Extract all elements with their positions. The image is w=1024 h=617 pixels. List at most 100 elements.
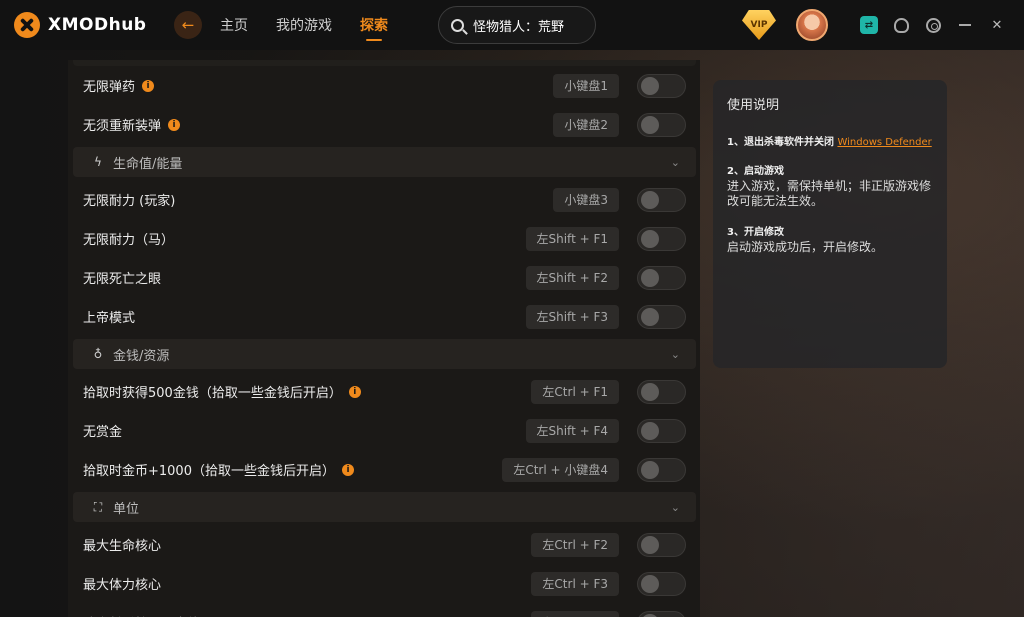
nav-home[interactable]: 主页 <box>220 15 248 35</box>
windows-defender-link[interactable]: Windows Defender <box>837 137 931 148</box>
cheat-toggle[interactable] <box>637 532 686 557</box>
cheat-row: 无限耐力（马） 左Shift + F1 <box>68 219 700 258</box>
cheat-label: 无限弹药 i <box>83 76 155 95</box>
instruction-step: 2、启动游戏进入游戏，需保持单机；非正版游戏修改可能无法生效。 <box>727 162 933 209</box>
main-nav: 主页 我的游戏 探索 <box>220 15 416 41</box>
close-icon[interactable]: ✕ <box>988 16 1006 34</box>
step-title: 2、启动游戏 <box>727 166 784 177</box>
cheat-name: 上帝模式 <box>83 311 136 326</box>
instructions-card: 使用说明 1、退出杀毒软件并关闭 Windows Defender 2、启动游戏进… <box>713 80 947 368</box>
step-heading: 1、退出杀毒软件并关闭 Windows Defender <box>727 133 933 148</box>
instruction-step: 1、退出杀毒软件并关闭 Windows Defender <box>727 133 933 148</box>
cheat-row: 最大体力核心 左Ctrl + F3 <box>68 564 700 603</box>
cheat-row: 拾取时金币+1000（拾取一些金钱后开启） i 左Ctrl + 小键盘4 <box>68 450 700 489</box>
search-box <box>438 6 596 44</box>
cheat-label: 拾取时金币+1000（拾取一些金钱后开启） i <box>83 460 354 479</box>
cheat-toggle[interactable] <box>637 73 686 98</box>
cheat-toggle[interactable] <box>637 112 686 137</box>
cheat-toggle[interactable] <box>637 571 686 596</box>
arrow-left-icon: ← <box>181 16 195 34</box>
section-label: 金钱/资源 <box>113 348 170 364</box>
cheat-row: 致命射手核心最大值 左Ctrl + F4 <box>68 603 700 617</box>
hotkey-button[interactable]: 左Shift + F1 <box>525 226 619 251</box>
info-icon[interactable]: i <box>348 385 361 398</box>
cheat-toggle[interactable] <box>637 226 686 251</box>
cheat-label: 致命射手核心最大值 <box>83 613 200 617</box>
logo[interactable]: XMODhub <box>14 12 164 38</box>
hotkey-button[interactable]: 左Shift + F4 <box>525 418 619 443</box>
unit-icon: ⛶ <box>93 499 103 514</box>
hotkey-button[interactable]: 左Shift + F3 <box>525 304 619 329</box>
switch-icon[interactable]: ⇄ <box>860 16 878 34</box>
logo-icon <box>14 12 40 38</box>
cheat-label: 上帝模式 <box>83 307 135 326</box>
cheat-label: 无限耐力（马） <box>83 229 174 248</box>
cheat-toggle[interactable] <box>637 418 686 443</box>
info-icon[interactable]: i <box>142 79 155 92</box>
hotkey-button[interactable]: 左Ctrl + F4 <box>531 610 619 617</box>
cheat-name: 拾取时金币+1000（拾取一些金钱后开启） <box>83 464 335 479</box>
cheat-name: 致命射手核心最大值 <box>83 613 200 617</box>
cheat-label: 无限耐力 (玩家) <box>83 190 175 209</box>
step-heading: 3、开启修改 <box>727 223 933 238</box>
cheat-label: 无限死亡之眼 <box>83 268 161 287</box>
cheat-toggle[interactable] <box>637 265 686 290</box>
section-header[interactable]: ϟ 生命值/能量 ⌄ <box>73 147 696 177</box>
cheat-toggle[interactable] <box>637 304 686 329</box>
section-header[interactable]: ♁ 金钱/资源 ⌄ <box>73 339 696 369</box>
cheat-toggle[interactable] <box>637 457 686 482</box>
nav-explore[interactable]: 探索 <box>360 15 388 41</box>
hotkey-button[interactable]: 小键盘2 <box>553 112 619 137</box>
chevron-down-icon: ⌄ <box>670 347 680 361</box>
cheat-row: 无限死亡之眼 左Shift + F2 <box>68 258 700 297</box>
hotkey-button[interactable]: 左Ctrl + F3 <box>531 571 619 596</box>
instructions-title: 使用说明 <box>727 98 780 113</box>
cheat-name: 无赏金 <box>83 425 123 440</box>
hotkey-button[interactable]: 左Shift + F2 <box>525 265 619 290</box>
minimize-icon[interactable] <box>956 16 974 34</box>
hotkey-button[interactable]: 左Ctrl + 小键盘4 <box>502 457 619 482</box>
cheat-row: 无赏金 左Shift + F4 <box>68 411 700 450</box>
section-header[interactable]: ⛶ 单位 ⌄ <box>73 492 696 522</box>
back-button[interactable]: ← <box>174 11 202 39</box>
bell-icon <box>893 17 909 33</box>
cheat-name: 最大生命核心 <box>83 539 162 554</box>
instruction-step: 3、开启修改 启动游戏成功后，开启修改。 <box>727 223 933 255</box>
info-icon[interactable]: i <box>168 118 181 131</box>
step-title: 3、开启修改 <box>727 227 784 238</box>
cheat-row: 无限耐力 (玩家) 小键盘3 <box>68 180 700 219</box>
vip-badge[interactable]: VIP <box>742 10 776 40</box>
cheat-name: 无限死亡之眼 <box>83 272 162 287</box>
search-input[interactable] <box>473 17 593 33</box>
cheat-label: 拾取时获得500金钱（拾取一些金钱后开启） i <box>83 382 361 401</box>
cheat-name: 无限耐力 (玩家) <box>83 194 176 209</box>
cheat-toggle[interactable] <box>637 187 686 212</box>
cheat-row: 上帝模式 左Shift + F3 <box>68 297 700 336</box>
cheat-name: 最大体力核心 <box>83 578 162 593</box>
cheat-toggle[interactable] <box>637 379 686 404</box>
chevron-down-icon: ⌄ <box>670 500 680 514</box>
gear-icon <box>925 17 941 33</box>
hotkey-button[interactable]: 小键盘3 <box>553 187 619 212</box>
avatar[interactable] <box>796 9 828 41</box>
instructions-steps: 1、退出杀毒软件并关闭 Windows Defender 2、启动游戏进入游戏，需… <box>727 133 933 255</box>
money-bag-icon: ♁ <box>93 347 103 361</box>
cheat-name: 无限耐力（马） <box>83 233 175 248</box>
lightning-icon: ϟ <box>94 155 102 169</box>
info-icon[interactable]: i <box>341 463 354 476</box>
cheat-name: 无限弹药 <box>83 80 136 95</box>
search-icon <box>451 18 464 32</box>
hotkey-button[interactable]: 左Ctrl + F2 <box>531 532 619 557</box>
chevron-down-icon: ⌄ <box>670 155 680 169</box>
settings-button[interactable] <box>924 16 942 34</box>
cheat-name: 拾取时获得500金钱（拾取一些金钱后开启） <box>83 386 342 401</box>
cheat-row: 无限弹药 i 小键盘1 <box>68 66 700 105</box>
notification-button[interactable] <box>892 16 910 34</box>
step-heading: 2、启动游戏 <box>727 162 933 177</box>
cheat-row: 无须重新装弹 i 小键盘2 <box>68 105 700 144</box>
cheat-toggle[interactable] <box>637 610 686 617</box>
nav-my-games[interactable]: 我的游戏 <box>276 15 332 35</box>
hotkey-button[interactable]: 左Ctrl + F1 <box>531 379 619 404</box>
step-body: 进入游戏，需保持单机；非正版游戏修改可能无法生效。 <box>727 179 932 208</box>
hotkey-button[interactable]: 小键盘1 <box>553 73 619 98</box>
